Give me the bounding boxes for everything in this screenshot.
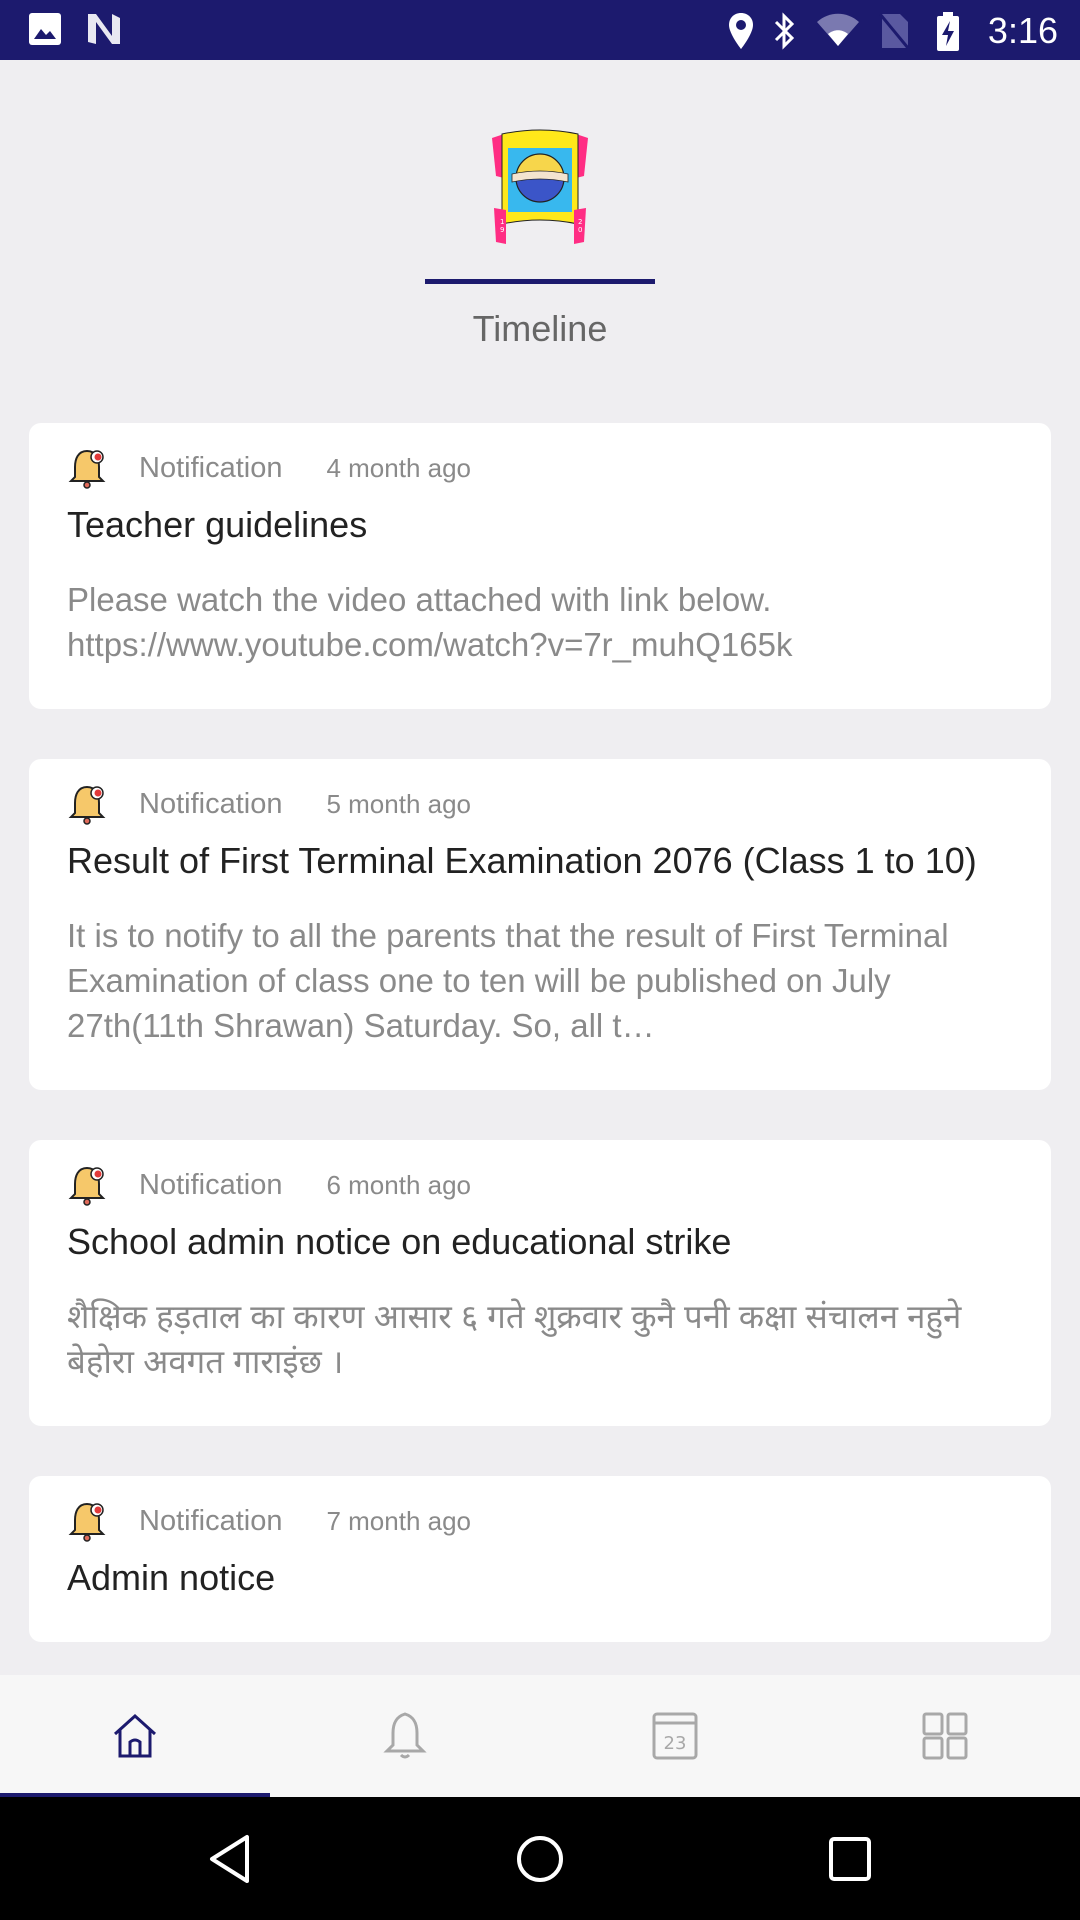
notification-time: 6 month ago [326,1169,472,1200]
tab-timeline[interactable]: Timeline [0,308,1080,350]
image-icon [29,13,61,45]
timeline-feed[interactable]: Notification 4 month ago Teacher guideli… [29,423,1051,1675]
bottom-navigation: 23 [0,1675,1080,1799]
notification-type: Notification [139,787,283,820]
notification-body: शैक्षिक हड़ताल का कारण आसार ६ गते शुक्रव… [67,1298,962,1380]
home-circle-icon [517,1835,563,1882]
notification-time: 7 month ago [326,1505,472,1536]
svg-text:1: 1 [500,218,504,226]
notification-type: Notification [139,1168,283,1201]
notification-card[interactable]: Notification 4 month ago Teacher guideli… [29,423,1051,709]
notification-type: Notification [139,1504,283,1537]
notification-bell-icon [68,1502,106,1542]
notification-time: 4 month ago [326,452,472,483]
recents-icon [829,1836,871,1881]
no-sim-icon [878,13,910,49]
notification-bell-icon [68,1166,106,1206]
notification-time: 5 month ago [326,788,472,819]
notification-card[interactable]: Notification 5 month ago Result of First… [29,759,1051,1090]
calendar-day: 23 [664,1733,687,1754]
battery-charging-icon [937,12,959,51]
bluetooth-icon [774,12,795,50]
grid-icon [922,1712,968,1760]
home-icon [113,1713,157,1758]
notification-title: Admin notice [67,1557,276,1598]
notification-title: Teacher guidelines [67,504,368,545]
nav-menu[interactable] [810,1675,1080,1797]
recents-button[interactable] [790,1797,910,1920]
location-icon [729,13,753,49]
wifi-icon [817,13,859,46]
status-bar: 3:16 [0,0,1080,60]
notification-bell-icon [68,449,106,489]
back-icon [210,1834,249,1883]
nav-home[interactable] [0,1675,270,1797]
calendar-icon: 23 [652,1712,698,1760]
notification-card[interactable]: Notification 7 month ago Admin notice [29,1476,1051,1642]
svg-text:2: 2 [578,218,582,226]
n-logo-icon [88,14,120,44]
svg-text:9: 9 [500,226,504,234]
system-navigation-bar [0,1797,1080,1920]
school-logo: 1 9 2 0 [492,129,588,244]
home-button[interactable] [480,1797,600,1920]
back-button[interactable] [170,1797,290,1920]
status-time: 3:16 [987,10,1058,51]
notification-title: School admin notice on educational strik… [67,1221,732,1262]
nav-notifications[interactable] [270,1675,540,1797]
svg-text:0: 0 [578,226,582,234]
nav-calendar[interactable]: 23 [540,1675,810,1797]
notification-bell-icon [68,785,106,825]
bell-icon [383,1712,427,1759]
notification-body: It is to notify to all the parents that … [67,917,949,1044]
timeline-tab-indicator [425,279,655,284]
notification-body: Please watch the video attached with lin… [67,581,793,663]
notification-card[interactable]: Notification 6 month ago School admin no… [29,1140,1051,1426]
notification-title: Result of First Terminal Examination 207… [67,840,977,881]
notification-type: Notification [139,451,283,484]
